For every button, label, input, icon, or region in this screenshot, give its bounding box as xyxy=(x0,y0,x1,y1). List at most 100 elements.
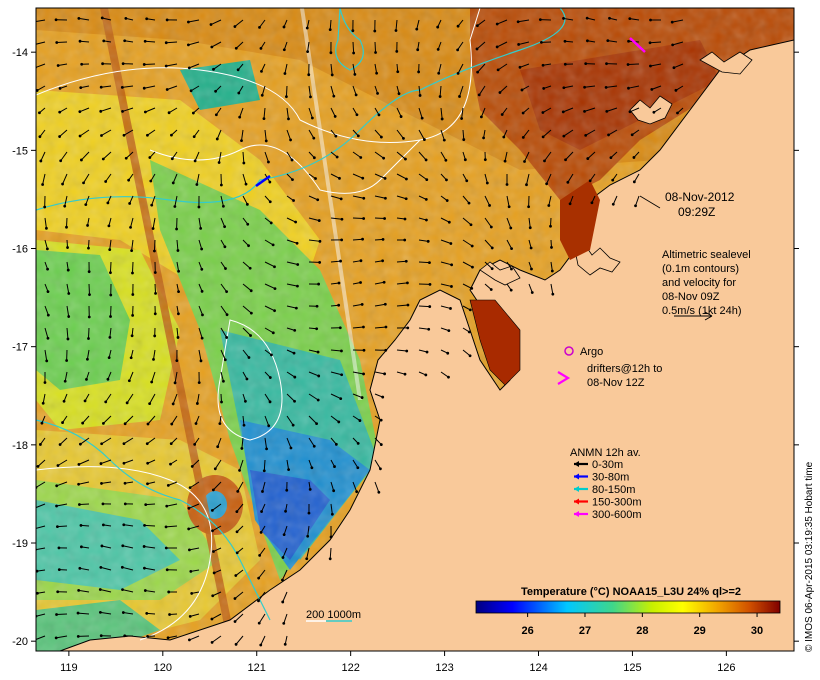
velocity-arrow-head xyxy=(498,91,502,94)
velocity-arrow-head xyxy=(238,469,241,472)
velocity-arrow-head xyxy=(99,85,103,89)
velocity-arrow-head xyxy=(586,157,590,160)
velocity-arrow-head xyxy=(78,442,82,446)
velocity-arrow-head xyxy=(328,557,332,561)
velocity-arrow-head xyxy=(170,157,174,161)
velocity-arrow-head xyxy=(525,183,528,187)
velocity-arrow-head xyxy=(120,565,124,569)
velocity-arrow-head xyxy=(477,93,481,97)
velocity-arrow-head xyxy=(82,181,85,185)
velocity-arrow-head xyxy=(193,159,197,163)
velocity-arrow-head xyxy=(211,488,215,492)
velocity-arrow-head xyxy=(425,218,428,222)
velocity-arrow-head xyxy=(507,205,511,209)
velocity-arrow-head xyxy=(240,139,243,142)
velocity-arrow-head xyxy=(166,483,170,487)
velocity-arrow-head xyxy=(339,397,343,400)
velocity-arrow-head xyxy=(488,204,491,207)
velocity-arrow-head xyxy=(65,225,68,229)
longitude-axis: 119 120 121 122 123 124 125 126 xyxy=(60,651,736,674)
velocity-arrow-head xyxy=(46,267,49,271)
velocity-arrow-head xyxy=(283,72,287,75)
velocity-arrow-head xyxy=(189,569,193,573)
velocity-arrow-head xyxy=(177,269,180,273)
velocity-arrow-head xyxy=(187,20,190,24)
velocity-arrow-head xyxy=(649,18,652,22)
velocity-arrow-head xyxy=(143,566,146,570)
velocity-arrow-head xyxy=(39,159,43,163)
velocity-arrow-head xyxy=(396,70,400,74)
velocity-arrow-head xyxy=(77,482,81,486)
velocity-arrow-head xyxy=(562,17,565,20)
velocity-arrow-head xyxy=(192,135,196,139)
velocity-arrow-head xyxy=(291,423,295,427)
velocity-arrow-head xyxy=(168,613,171,616)
velocity-arrow-head xyxy=(219,183,223,187)
velocity-arrow-head xyxy=(328,28,332,32)
velocity-arrow-head xyxy=(188,614,192,618)
velocity-arrow-head xyxy=(106,201,110,205)
velocity-arrow-head xyxy=(98,588,102,591)
velocity-arrow-head xyxy=(483,158,487,162)
velocity-arrow-head xyxy=(611,202,615,206)
velocity-arrow-head xyxy=(428,282,432,286)
velocity-arrow-head xyxy=(318,261,322,264)
velocity-arrow-head xyxy=(404,197,408,201)
velocity-arrow-head xyxy=(109,315,112,318)
velocity-arrow-head xyxy=(200,336,204,340)
velocity-arrow-head xyxy=(317,219,321,222)
velocity-arrow-head xyxy=(225,313,229,317)
velocity-arrow-head xyxy=(249,311,253,315)
velocity-arrow-head xyxy=(104,180,108,183)
velocity-arrow-head xyxy=(384,325,388,329)
velocity-arrow-head xyxy=(190,465,194,468)
velocity-arrow-head xyxy=(177,312,180,316)
colorbar-tick-label: 28 xyxy=(636,625,648,637)
velocity-arrow-head xyxy=(362,325,365,329)
velocity-arrow-head xyxy=(362,196,366,200)
velocity-arrow-head xyxy=(338,326,342,330)
velocity-arrow-head xyxy=(509,288,513,292)
velocity-arrow-head xyxy=(605,62,608,66)
velocity-arrow-head xyxy=(40,421,44,425)
velocity-arrow-head xyxy=(271,243,275,247)
velocity-arrow-head xyxy=(216,445,220,449)
velocity-arrow-head xyxy=(463,158,467,162)
velocity-arrow-head xyxy=(495,45,499,49)
velocity-arrow-head xyxy=(632,156,636,159)
velocity-arrow-head xyxy=(586,39,589,43)
velocity-arrow-head xyxy=(547,204,551,207)
velocity-arrow-head xyxy=(268,400,272,404)
velocity-arrow-head xyxy=(528,226,532,230)
velocity-arrow-head xyxy=(38,111,41,115)
velocity-arrow xyxy=(352,41,355,54)
velocity-arrow-head xyxy=(166,636,170,640)
credit-text: © IMOS 06-Apr-2015 03:19:35 Hobart time xyxy=(804,461,815,652)
velocity-arrow-head xyxy=(212,571,216,575)
velocity-arrow-head xyxy=(447,329,451,333)
velocity-arrow-head xyxy=(214,89,217,93)
velocity-arrow-head xyxy=(383,217,386,220)
velocity-arrow xyxy=(153,239,156,252)
colorbar-tick-label: 26 xyxy=(521,625,533,637)
velocity-arrow-head xyxy=(583,109,586,113)
velocity-arrow-head xyxy=(56,64,60,67)
velocity-arrow-head xyxy=(58,86,62,90)
velocity-arrow-head xyxy=(121,544,125,548)
velocity-arrow-head xyxy=(233,620,237,623)
velocity-arrow-head xyxy=(170,422,174,426)
velocity-arrow-head xyxy=(590,201,594,205)
velocity-arrow-head xyxy=(248,266,252,270)
velocity-arrow-head xyxy=(79,524,83,527)
velocity-arrow-head xyxy=(175,359,179,362)
velocity-arrow-head xyxy=(197,205,201,209)
velocity-arrow-head xyxy=(607,133,610,137)
velocity-arrow-head xyxy=(169,462,172,466)
velocity-arrow-head xyxy=(362,217,366,220)
velocity-arrow-head xyxy=(315,422,318,426)
velocity-arrow-head xyxy=(445,199,449,202)
velocity-arrow-head xyxy=(173,205,177,208)
velocity-arrow-head xyxy=(315,304,319,308)
velocity-arrow-head xyxy=(469,223,473,227)
velocity-arrow-head xyxy=(283,642,287,646)
